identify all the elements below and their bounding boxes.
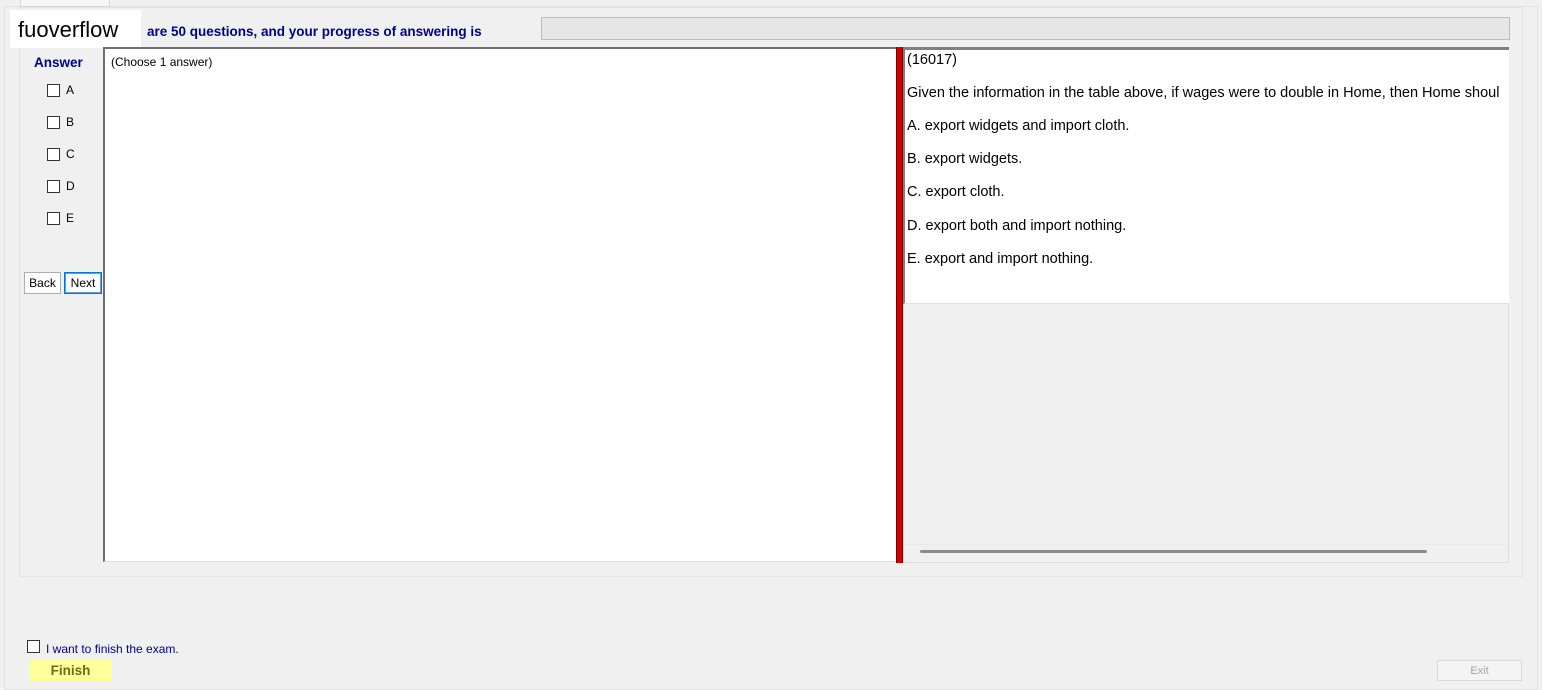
answer-option-label: E <box>66 211 75 225</box>
finish-exam-label[interactable]: I want to finish the exam. <box>46 642 179 656</box>
horizontal-scrollbar-thumb[interactable] <box>920 550 1427 553</box>
answer-option-label: C <box>66 147 75 161</box>
question-content: (16017) Given the information in the tab… <box>903 47 1508 304</box>
next-button[interactable]: Next <box>64 272 102 294</box>
checkbox-c[interactable] <box>47 147 60 161</box>
exit-button[interactable]: Exit <box>1437 660 1522 681</box>
question-choice-e: E. export and import nothing. <box>907 251 1094 267</box>
choose-instruction: (Choose 1 answer) <box>111 55 213 69</box>
progress-text: are 50 questions, and your progress of a… <box>147 24 482 39</box>
answer-option-d[interactable]: D <box>47 178 75 194</box>
answer-label: Answer <box>34 55 83 70</box>
top-tab[interactable] <box>20 0 110 7</box>
finish-button[interactable]: Finish <box>29 660 112 681</box>
answer-option-label: B <box>66 115 75 129</box>
watermark: fuoverflow <box>10 10 141 48</box>
back-button[interactable]: Back <box>24 272 61 294</box>
question-choice-b: B. export widgets. <box>907 151 1023 167</box>
checkbox-b[interactable] <box>47 115 60 129</box>
answer-option-a[interactable]: A <box>47 82 74 98</box>
question-text: Given the information in the table above… <box>907 85 1500 101</box>
answer-text-panel <box>103 47 898 562</box>
question-choice-c: C. export cloth. <box>907 184 1005 200</box>
answer-option-label: D <box>66 179 75 193</box>
answer-option-b[interactable]: B <box>47 114 74 130</box>
progress-bar <box>541 17 1510 40</box>
question-id: (16017) <box>907 52 957 68</box>
answer-option-c[interactable]: C <box>47 146 75 162</box>
finish-exam-checkbox[interactable] <box>27 640 40 653</box>
answer-option-label: A <box>66 83 75 97</box>
panel-splitter[interactable] <box>896 47 903 563</box>
checkbox-a[interactable] <box>47 83 60 97</box>
checkbox-d[interactable] <box>47 179 60 193</box>
question-choice-d: D. export both and import nothing. <box>907 218 1127 234</box>
question-choice-a: A. export widgets and import cloth. <box>907 118 1130 134</box>
answer-option-e[interactable]: E <box>47 210 74 226</box>
checkbox-e[interactable] <box>47 211 60 225</box>
